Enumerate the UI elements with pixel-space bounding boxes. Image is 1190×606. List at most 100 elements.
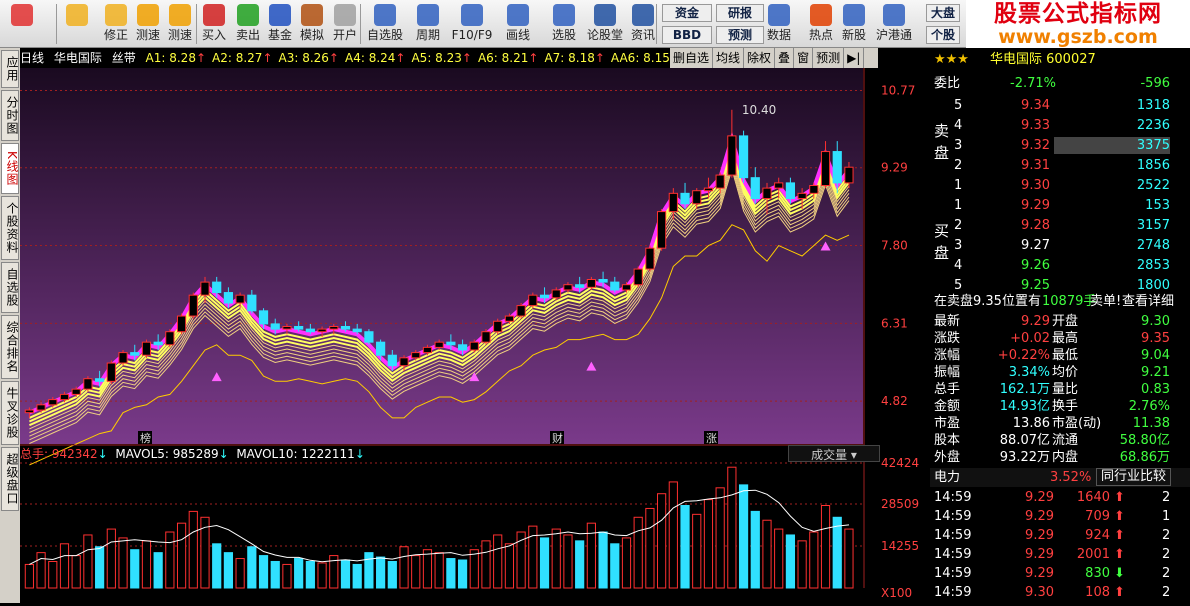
left-tab-5[interactable]: 综合排名 bbox=[1, 315, 19, 379]
candle bbox=[36, 404, 46, 411]
quote-cell: 9.29 bbox=[1021, 198, 1050, 213]
kline-button-5[interactable]: 预测 bbox=[813, 48, 845, 68]
volume-bar bbox=[668, 481, 678, 589]
quote-cell: 2 bbox=[1162, 547, 1171, 562]
volume-bar bbox=[680, 504, 690, 589]
toolbar-button-8[interactable]: 模拟 bbox=[296, 2, 328, 46]
quote-cell: 4 bbox=[954, 118, 963, 133]
toolbar-label: 画线 bbox=[505, 28, 530, 42]
candle bbox=[586, 279, 596, 288]
toolbar-button-15[interactable]: 论股堂 bbox=[586, 2, 624, 46]
toolbar-button-11[interactable]: 周期 bbox=[408, 2, 448, 46]
buy-level: 2 9.28 3157 bbox=[930, 216, 1190, 235]
toolbar-button-7[interactable]: 基金 bbox=[264, 2, 296, 46]
volume-bar bbox=[563, 534, 573, 589]
toolbar-button-10[interactable]: 自选股 bbox=[364, 2, 406, 46]
volume-axis-label: 42424 bbox=[881, 456, 919, 470]
quote-cell: 内盘 bbox=[1052, 450, 1079, 465]
kline-button-4[interactable]: 窗 bbox=[794, 48, 814, 68]
total-volume: 总手: 942342 bbox=[20, 447, 98, 461]
kline-chart[interactable]: 10.77 9.29 7.80 6.31 4.82 10.40 榜 财 涨 42424 28509 1… bbox=[20, 68, 930, 603]
volume-bar bbox=[118, 537, 128, 589]
toolbar-button-19[interactable]: 研报 bbox=[716, 4, 764, 22]
toolbar-button-6[interactable]: 卖出 bbox=[232, 2, 264, 46]
expand-icon[interactable]: ▶| bbox=[844, 48, 865, 68]
kline-button-1[interactable]: 均线 bbox=[713, 48, 745, 68]
quote-cell: 2 bbox=[954, 158, 963, 173]
period-label: 日线 bbox=[20, 51, 45, 65]
toolbar-button-25[interactable]: 大盘 bbox=[926, 4, 960, 22]
kline-button-3[interactable]: 叠 bbox=[775, 48, 795, 68]
toolbar-button-23[interactable]: 新股 bbox=[838, 2, 870, 46]
toolbar-label: 选股 bbox=[551, 28, 576, 42]
toolbar-button-9[interactable]: 开户 bbox=[328, 2, 362, 46]
back-arrow-icon bbox=[66, 4, 88, 26]
left-tab-2[interactable]: K线图 bbox=[1, 143, 19, 194]
candle bbox=[176, 315, 187, 333]
left-tab-1[interactable]: 分时图 bbox=[1, 90, 19, 141]
toolbar-label: 大盘 bbox=[930, 6, 955, 20]
volume-bar bbox=[493, 534, 503, 589]
toolbar-button-20[interactable]: 预测 bbox=[716, 26, 764, 44]
quote-cell: 14:59 bbox=[934, 547, 972, 562]
chart-area[interactable]: 10.77 9.29 7.80 6.31 4.82 10.40 榜 财 涨 42424 28509 1… bbox=[20, 68, 930, 606]
quote-cell: 9.30 bbox=[1021, 178, 1050, 193]
toolbar-button-1[interactable] bbox=[60, 2, 94, 46]
candle bbox=[844, 166, 854, 184]
kline-button-2[interactable]: 除权 bbox=[744, 48, 776, 68]
quote-cell: 华电国际 600027 bbox=[990, 52, 1096, 67]
quote-panel: ★★★ 华电国际 600027 委比 -2.71% -596 卖盘 买盘 5 9.34 1318 4… bbox=[930, 48, 1190, 603]
volume-bar bbox=[645, 507, 655, 589]
toolbar-label: 测速 bbox=[135, 28, 160, 42]
toolbar-button-17[interactable]: 资金 bbox=[662, 4, 712, 22]
toolbar-label: 模拟 bbox=[299, 28, 324, 42]
fire-icon bbox=[810, 4, 832, 26]
volume-dropdown[interactable]: 成交量 ▾ bbox=[788, 445, 880, 462]
toolbar-button-12[interactable]: F10/F9 bbox=[450, 2, 494, 46]
up-down-icon bbox=[105, 4, 127, 26]
quote-cell: 9.31 bbox=[1021, 158, 1050, 173]
toolbar-button-4[interactable]: 测速 bbox=[164, 2, 196, 46]
candle bbox=[48, 399, 58, 406]
watermark-logo: 股票公式指标网 www.gszb.com bbox=[966, 0, 1190, 48]
toolbar-button-5[interactable]: 买入 bbox=[198, 2, 230, 46]
toolbar-button-21[interactable]: 数据 bbox=[760, 2, 798, 46]
volume-bar bbox=[130, 549, 140, 589]
toolbar-label: 预测 bbox=[727, 28, 752, 42]
toolbar-button-16[interactable]: 资讯 bbox=[626, 2, 660, 46]
left-tab-3[interactable]: 个股资料 bbox=[1, 196, 19, 260]
toolbar-button-24[interactable]: 沪港通 bbox=[872, 2, 916, 46]
left-tab-6[interactable]: 牛叉诊股 bbox=[1, 381, 19, 445]
left-tab-0[interactable]: 应用 bbox=[1, 50, 19, 88]
volume-bar bbox=[785, 534, 796, 589]
indicator-A6: A6: 8.21↑ bbox=[477, 51, 539, 65]
toolbar-button-2[interactable]: 修正 bbox=[100, 2, 132, 46]
quote-cell: 9.29 bbox=[1025, 509, 1054, 524]
indicator-value: 8.24 bbox=[368, 51, 396, 65]
industry-compare-button[interactable]: 同行业比较 bbox=[1096, 468, 1172, 486]
indicator-key: A6 bbox=[477, 51, 494, 65]
quote-cell: 9.32 bbox=[1021, 138, 1050, 153]
left-tab-7[interactable]: 超级盘口 bbox=[1, 447, 19, 511]
toolbar-button-26[interactable]: 个股 bbox=[926, 26, 960, 44]
volume-bar bbox=[422, 549, 433, 589]
left-tab-4[interactable]: 自选股 bbox=[1, 262, 19, 313]
toolbar-button-22[interactable]: 热点 bbox=[804, 2, 838, 46]
candle bbox=[774, 182, 784, 189]
kline-button-0[interactable]: 删自选 bbox=[670, 48, 714, 68]
candle bbox=[294, 326, 304, 330]
toolbar-button-3[interactable]: 测速 bbox=[132, 2, 164, 46]
candle bbox=[434, 341, 444, 348]
candle bbox=[282, 326, 292, 330]
toolbar-button-14[interactable]: 选股 bbox=[544, 2, 584, 46]
toolbar-button-18[interactable]: BBD bbox=[662, 26, 712, 44]
price-axis-label: 9.29 bbox=[881, 161, 908, 175]
quote-cell: 2748 bbox=[1136, 238, 1170, 253]
toolbar-button-0[interactable] bbox=[4, 2, 40, 46]
quote-cell: 2 bbox=[1162, 566, 1171, 581]
candle bbox=[130, 352, 140, 356]
stock-name: 华电国际 bbox=[53, 51, 102, 65]
detail-link[interactable]: 查看详细 bbox=[1122, 292, 1174, 311]
volume-bar bbox=[247, 546, 257, 589]
toolbar-button-13[interactable]: 画线 bbox=[496, 2, 540, 46]
